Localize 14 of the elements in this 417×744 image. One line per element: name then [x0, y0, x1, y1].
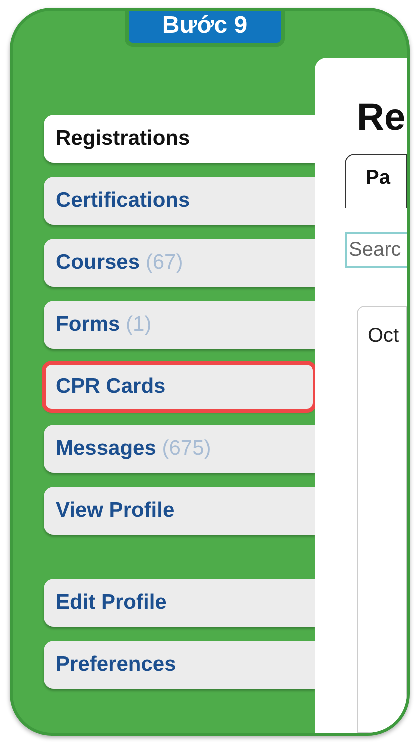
sidebar-item[interactable]: Registrations — [44, 115, 315, 163]
sidebar-item[interactable]: Forms (1) — [44, 301, 315, 349]
sidebar-item[interactable]: Edit Profile — [44, 579, 315, 627]
sidebar-item[interactable]: Certifications — [44, 177, 315, 225]
sidebar-item[interactable]: CPR Cards — [44, 363, 315, 411]
search-field[interactable]: Searc — [345, 232, 407, 268]
sidebar-item[interactable]: Messages (675) — [44, 425, 315, 473]
sidebar-item[interactable]: View Profile — [44, 487, 315, 535]
step-label: Bước 9 — [125, 11, 285, 47]
date-text: Oct — [368, 325, 400, 347]
sidebar-item[interactable]: Preferences — [44, 641, 315, 689]
sidebar-item[interactable]: Courses (67) — [44, 239, 315, 287]
tab[interactable]: Pa — [345, 154, 407, 208]
page-heading: Re — [357, 96, 407, 140]
